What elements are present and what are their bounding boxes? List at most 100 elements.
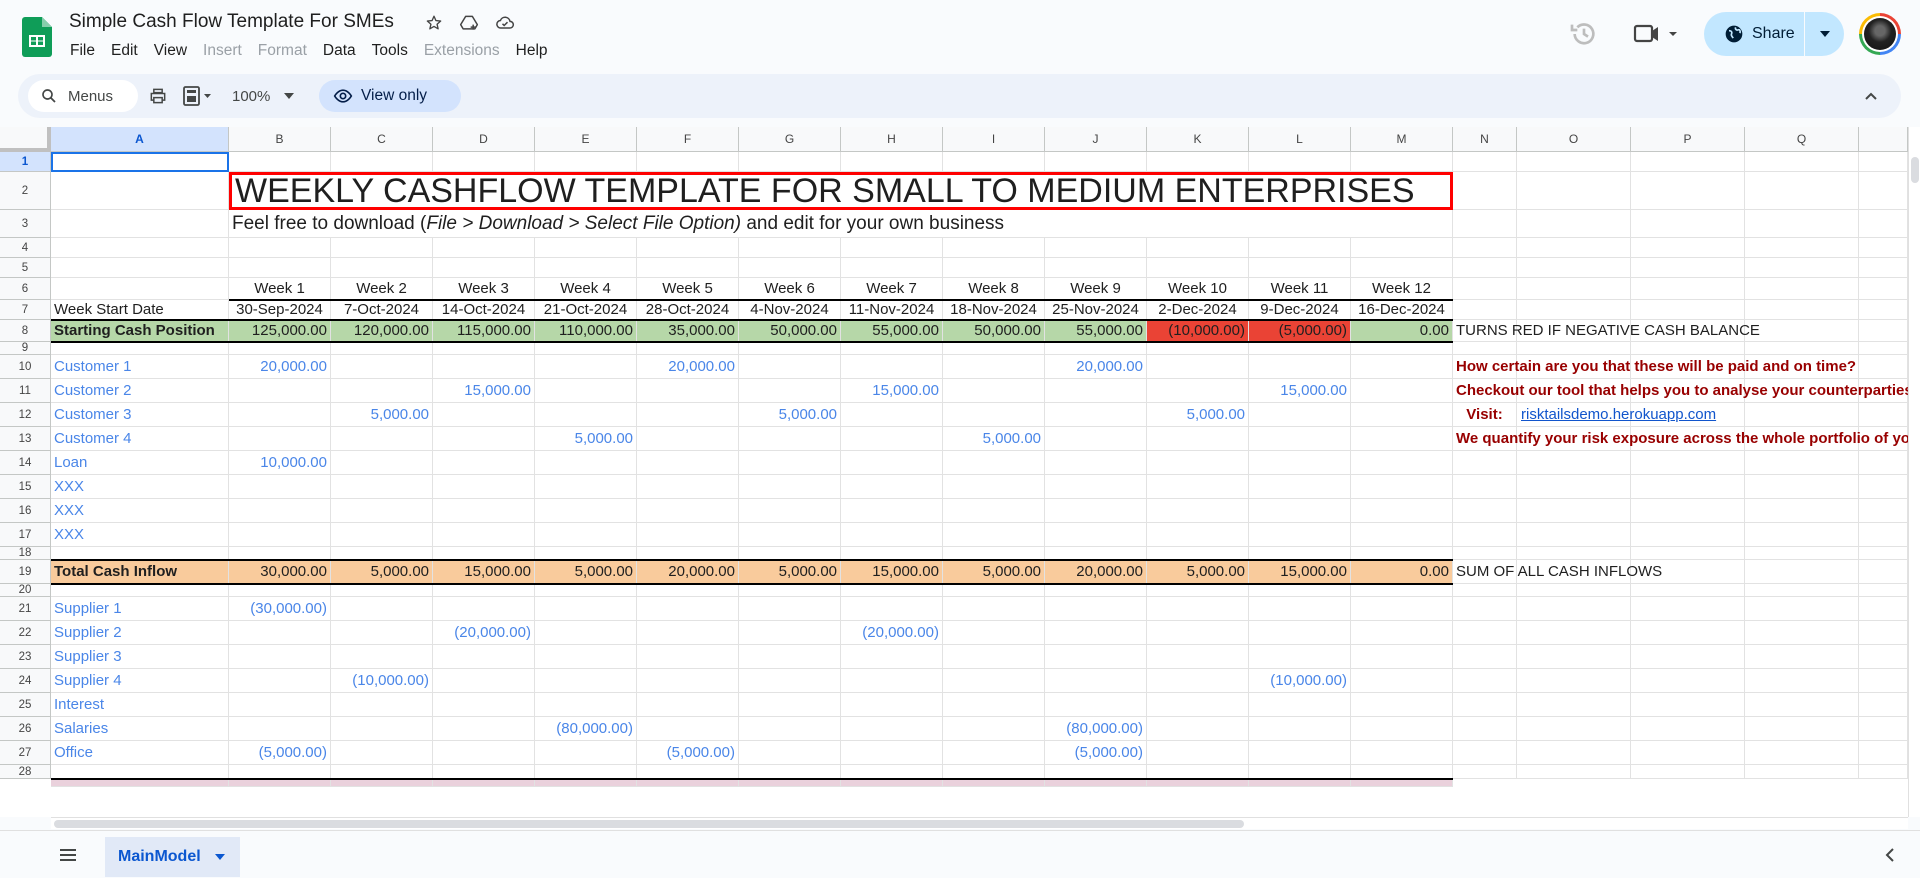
cell[interactable] — [1147, 258, 1249, 278]
cell[interactable] — [637, 427, 739, 451]
cell[interactable] — [739, 741, 841, 765]
cell[interactable] — [1631, 621, 1745, 645]
column-header-n[interactable]: N — [1453, 127, 1517, 152]
cell[interactable] — [1745, 258, 1859, 278]
row-header-14[interactable]: 14 — [0, 451, 51, 475]
cell[interactable] — [1147, 584, 1249, 597]
starting-cash-value[interactable]: 55,000.00 — [1045, 320, 1147, 342]
cell[interactable] — [739, 645, 841, 669]
column-header-h[interactable]: H — [841, 127, 943, 152]
cell[interactable] — [1249, 427, 1351, 451]
outflow-label[interactable]: Supplier 3 — [51, 645, 229, 669]
inflow-value[interactable]: 5,000.00 — [739, 403, 841, 427]
cell[interactable] — [1631, 547, 1745, 560]
cell[interactable] — [739, 355, 841, 379]
cell[interactable] — [1351, 451, 1453, 475]
cell[interactable] — [1453, 621, 1517, 645]
cell[interactable] — [1517, 645, 1631, 669]
cell[interactable] — [1453, 172, 1517, 210]
cell[interactable] — [1859, 547, 1908, 560]
cell[interactable] — [943, 403, 1045, 427]
cell[interactable] — [1631, 669, 1745, 693]
cell[interactable] — [535, 741, 637, 765]
cell[interactable] — [229, 427, 331, 451]
week-header[interactable]: Week 7 — [841, 278, 943, 300]
cell[interactable] — [1631, 210, 1745, 238]
cell[interactable] — [229, 475, 331, 499]
zoom-select[interactable]: 100% — [232, 84, 295, 108]
row-header-3[interactable]: 3 — [0, 210, 51, 238]
cell[interactable] — [1859, 403, 1908, 427]
cell[interactable] — [637, 342, 739, 355]
row-header-4[interactable]: 4 — [0, 238, 51, 258]
cell[interactable] — [1045, 584, 1147, 597]
cell[interactable] — [1631, 451, 1745, 475]
cell[interactable] — [1859, 560, 1908, 584]
cell[interactable] — [1453, 645, 1517, 669]
cell[interactable] — [1045, 621, 1147, 645]
starting-cash-value[interactable]: 125,000.00 — [229, 320, 331, 342]
column-header-p[interactable]: P — [1631, 127, 1745, 152]
total-inflow-value[interactable]: 5,000.00 — [535, 560, 637, 584]
cell[interactable] — [229, 379, 331, 403]
cell[interactable] — [229, 584, 331, 597]
cell[interactable] — [1517, 741, 1631, 765]
cell[interactable] — [1859, 693, 1908, 717]
row-header-16[interactable]: 16 — [0, 499, 51, 523]
cell[interactable] — [739, 152, 841, 172]
total-inflow-value[interactable]: 15,000.00 — [841, 560, 943, 584]
cell[interactable] — [433, 258, 535, 278]
cell[interactable] — [1147, 355, 1249, 379]
week-start-date[interactable]: 7-Oct-2024 — [331, 300, 433, 320]
cell[interactable] — [637, 238, 739, 258]
cell[interactable] — [1453, 547, 1517, 560]
cell[interactable] — [331, 765, 433, 779]
cell[interactable] — [943, 499, 1045, 523]
cell[interactable] — [1453, 210, 1517, 238]
cell[interactable] — [1859, 210, 1908, 238]
week-header[interactable]: Week 4 — [535, 278, 637, 300]
cell[interactable] — [331, 379, 433, 403]
cell[interactable] — [1517, 693, 1631, 717]
cell[interactable] — [943, 523, 1045, 547]
starting-cash-value[interactable]: 120,000.00 — [331, 320, 433, 342]
cell[interactable] — [1249, 765, 1351, 779]
horizontal-scrollbar[interactable] — [51, 817, 1908, 829]
cell[interactable] — [1631, 342, 1745, 355]
cell[interactable] — [1147, 152, 1249, 172]
cell[interactable] — [637, 717, 739, 741]
cell[interactable] — [1745, 451, 1859, 475]
cell[interactable] — [1745, 547, 1859, 560]
cell[interactable] — [1453, 342, 1517, 355]
cell[interactable] — [1453, 152, 1517, 172]
cell[interactable] — [535, 258, 637, 278]
cell[interactable] — [841, 355, 943, 379]
cell[interactable] — [1859, 451, 1908, 475]
menu-edit[interactable]: Edit — [103, 40, 146, 62]
cell[interactable] — [1859, 669, 1908, 693]
cell[interactable] — [943, 451, 1045, 475]
cell[interactable] — [841, 152, 943, 172]
row-header-28[interactable]: 28 — [0, 765, 51, 779]
inflow-value[interactable]: 5,000.00 — [331, 403, 433, 427]
row-header-27[interactable]: 27 — [0, 741, 51, 765]
cell[interactable] — [1249, 451, 1351, 475]
cell[interactable] — [943, 765, 1045, 779]
cell[interactable] — [1045, 258, 1147, 278]
cell[interactable] — [1631, 300, 1745, 320]
cell[interactable] — [739, 258, 841, 278]
cell[interactable] — [1453, 300, 1517, 320]
cell[interactable] — [1745, 765, 1859, 779]
cell[interactable] — [1745, 717, 1859, 741]
total-inflow-value[interactable]: 30,000.00 — [229, 560, 331, 584]
column-header-g[interactable]: G — [739, 127, 841, 152]
cell[interactable] — [1249, 693, 1351, 717]
menu-data[interactable]: Data — [315, 40, 364, 62]
column-header-extra[interactable] — [1859, 127, 1908, 152]
cell[interactable] — [1453, 765, 1517, 779]
row-header-6[interactable]: 6 — [0, 278, 51, 300]
cell[interactable] — [637, 693, 739, 717]
cell[interactable] — [1351, 499, 1453, 523]
cell[interactable] — [1249, 475, 1351, 499]
active-cell-a1[interactable] — [51, 152, 229, 172]
